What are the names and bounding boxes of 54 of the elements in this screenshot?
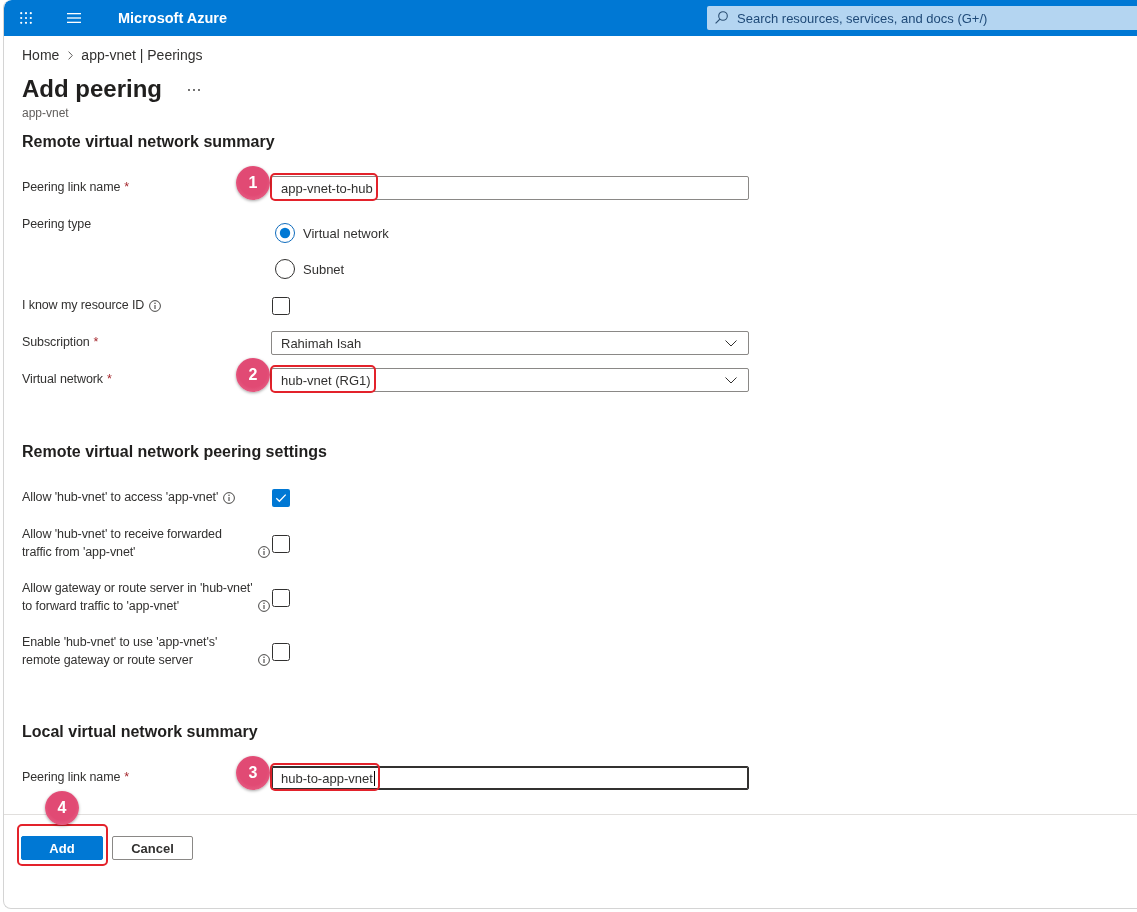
info-icon[interactable] (258, 654, 270, 666)
field-label: Peering link name (22, 769, 121, 787)
radio-button[interactable] (275, 259, 295, 279)
field-label: Allow 'hub-vnet' to receive forwarded traffic from 'app-vnet' (22, 526, 223, 561)
app-title: Microsoft Azure (118, 10, 228, 26)
chevron-down-icon (725, 339, 737, 347)
page-subtitle: app-vnet (22, 105, 70, 121)
section-heading: Local virtual network summary (22, 722, 259, 742)
info-icon[interactable] (149, 299, 162, 312)
checkbox[interactable] (272, 297, 290, 315)
checkbox[interactable] (272, 588, 290, 607)
section-heading: Remote virtual network peering settings (22, 442, 328, 462)
field-label: Subscription (22, 334, 90, 352)
field-label: Allow gateway or route server in 'hub-vnet' to forward traffic to 'app-vnet' (22, 580, 253, 615)
search-field[interactable]: Search resources, services, and docs (G+/) (707, 6, 1137, 30)
chevron-right-icon (68, 50, 74, 60)
required-mark: * (93, 334, 99, 352)
callout-badge: 3 (236, 756, 270, 790)
breadcrumb-link[interactable]: Home (22, 46, 60, 64)
radio-button[interactable] (275, 223, 295, 243)
required-mark: * (106, 371, 112, 389)
app-launcher-icon[interactable] (20, 12, 32, 24)
text-cursor-icon (373, 770, 375, 786)
required-mark: * (124, 769, 130, 787)
section-heading: Remote virtual network summary (22, 132, 276, 152)
checkbox[interactable] (272, 642, 290, 661)
breadcrumb-link[interactable]: app-vnet | Peerings (81, 46, 203, 64)
text-field[interactable]: app-vnet-to-hub (271, 176, 749, 200)
callout-badge: 2 (236, 358, 270, 392)
field-label: I know my resource ID (22, 297, 145, 315)
radio-label: Subnet (303, 261, 345, 277)
checkbox[interactable] (272, 489, 290, 507)
search-icon (715, 11, 728, 24)
primary-button[interactable]: Add (21, 836, 103, 860)
required-mark: * (124, 179, 130, 197)
menu-icon[interactable] (67, 13, 81, 23)
field-label: Virtual network (22, 371, 103, 389)
chevron-down-icon (725, 376, 737, 384)
field-label: Peering type (22, 216, 91, 233)
info-icon[interactable] (258, 600, 270, 612)
info-icon[interactable] (258, 546, 270, 558)
dropdown[interactable]: Rahimah Isah (271, 331, 749, 355)
callout-badge: 4 (45, 791, 79, 825)
page-title: Add peering (22, 74, 162, 104)
field-label: Peering link name (22, 179, 121, 197)
field-label: Enable 'hub-vnet' to use 'app-vnet's' remote gateway or route server (22, 634, 219, 669)
secondary-button[interactable]: Cancel (112, 836, 193, 860)
callout-badge: 1 (236, 166, 270, 200)
checkbox[interactable] (272, 534, 290, 553)
field-label: Allow 'hub-vnet' to access 'app-vnet' (22, 489, 219, 507)
text-field[interactable]: hub-to-app-vnet (271, 766, 749, 790)
radio-label: Virtual network (303, 225, 389, 241)
info-icon[interactable] (223, 491, 236, 504)
dropdown[interactable]: hub-vnet (RG1) (271, 368, 749, 392)
